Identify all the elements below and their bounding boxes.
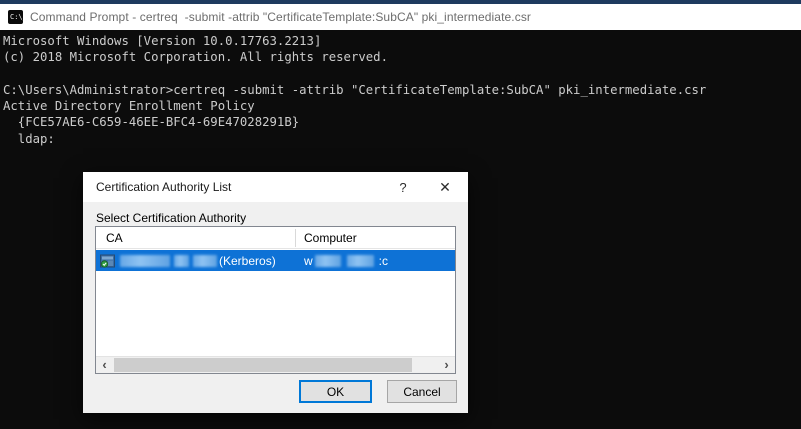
terminal-line: C:\Users\Administrator>certreq -submit -… xyxy=(3,82,801,98)
dialog-title: Certification Authority List xyxy=(83,180,392,194)
terminal-line xyxy=(3,66,801,82)
console-window: C:\_ Command Prompt - certreq -submit -a… xyxy=(0,0,801,429)
dialog-titlebar[interactable]: Certification Authority List ? ✕ xyxy=(83,172,468,202)
horizontal-scrollbar[interactable]: ‹ › xyxy=(96,356,455,373)
terminal-line: Microsoft Windows [Version 10.0.17763.22… xyxy=(3,33,801,49)
redacted-ca-name xyxy=(174,255,189,267)
window-titlebar[interactable]: C:\_ Command Prompt - certreq -submit -a… xyxy=(0,4,801,30)
certification-authority-list-dialog: Certification Authority List ? ✕ Select … xyxy=(83,172,468,413)
ca-listbox[interactable]: CA Computer (Kerberos) xyxy=(95,226,456,374)
cmd-icon: C:\_ xyxy=(8,10,23,24)
dialog-button-row: OK Cancel xyxy=(299,380,457,403)
certification-authority-icon xyxy=(100,254,115,268)
help-button[interactable]: ? xyxy=(392,176,414,198)
computer-value-prefix: w xyxy=(304,254,313,268)
scrollbar-thumb[interactable] xyxy=(114,358,412,372)
select-ca-label: Select Certification Authority xyxy=(96,211,246,225)
computer-value-suffix: :c xyxy=(379,254,388,268)
redacted-computer-name xyxy=(315,255,341,267)
selected-ca-row[interactable]: (Kerberos) w :c xyxy=(96,250,455,271)
redacted-ca-name xyxy=(193,255,217,267)
computer-cell: w :c xyxy=(304,250,388,271)
redacted-computer-name xyxy=(347,255,374,267)
column-divider[interactable] xyxy=(295,229,296,247)
scroll-right-icon[interactable]: › xyxy=(438,357,455,373)
cancel-button[interactable]: Cancel xyxy=(387,380,457,403)
close-icon[interactable]: ✕ xyxy=(434,176,456,198)
ca-cell: (Kerberos) xyxy=(100,250,276,271)
ok-button[interactable]: OK xyxy=(299,380,372,403)
ca-kerberos-label: (Kerberos) xyxy=(219,254,276,268)
scroll-left-icon[interactable]: ‹ xyxy=(96,357,113,373)
terminal-line: {FCE57AE6-C659-46EE-BFC4-69E47028291B} xyxy=(3,114,801,130)
terminal-line: (c) 2018 Microsoft Corporation. All righ… xyxy=(3,49,801,65)
column-header-ca[interactable]: CA xyxy=(106,227,123,249)
terminal-line: Active Directory Enrollment Policy xyxy=(3,98,801,114)
terminal-line: ldap: xyxy=(3,131,801,147)
window-title: Command Prompt - certreq -submit -attrib… xyxy=(30,10,531,24)
redacted-ca-name xyxy=(120,255,170,267)
column-header-computer[interactable]: Computer xyxy=(304,227,357,249)
list-header: CA Computer xyxy=(96,227,455,249)
